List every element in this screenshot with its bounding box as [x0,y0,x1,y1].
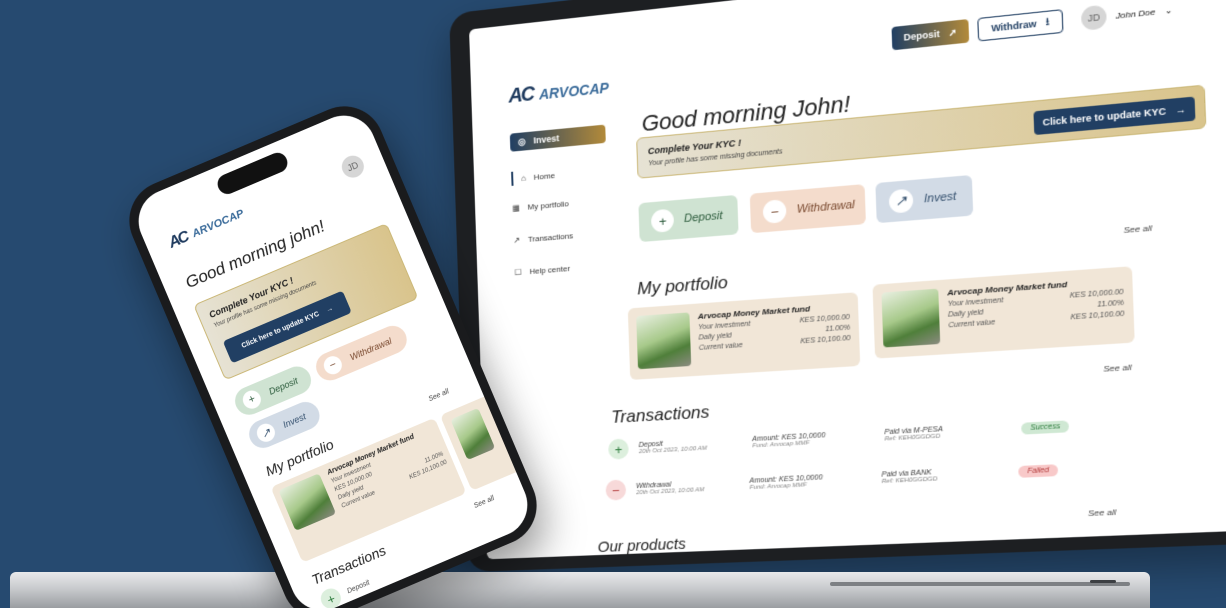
withdrawal-action-label: Withdrawal [348,335,394,363]
portfolio-card[interactable]: Arvocap Money Market fund Your investmen… [872,266,1135,359]
yield-label: Daily yield [698,332,732,342]
invest-icon: ◎ [517,135,526,147]
status-badge: Failed [1018,463,1059,478]
update-kyc-label: Click here to update KYC [240,310,321,350]
arrow-right-icon: → [1175,103,1187,116]
yield-value: 11.00% [1097,299,1125,309]
current-value: KES 10,100.00 [1070,310,1125,322]
brand-name: ARVOCAP [538,78,610,103]
phone-brand-logo[interactable]: AC ARVOCAP [166,205,247,253]
laptop-base [10,572,1150,608]
fund-image [636,312,692,370]
user-name: John Doe [1115,6,1156,21]
arrow-up-right-icon: ➚ [948,26,958,38]
brand-mark: AC [508,83,534,108]
minus-icon: − [762,199,787,224]
yield-label: Daily yield [947,309,984,319]
portfolio-title: My portfolio [636,272,728,299]
brand-logo[interactable]: AC ARVOCAP [508,75,609,108]
plus-icon: + [317,585,344,608]
brand-mark: AC [166,228,191,252]
minus-icon: − [605,479,627,501]
fund-image [278,473,337,531]
header-deposit-button[interactable]: Deposit ➚ [891,19,970,51]
brand-name: ARVOCAP [190,207,246,241]
current-value: KES 10,100.00 [800,334,851,346]
current-label: Current value [698,341,743,352]
sidebar-invest-button[interactable]: ◎ Invest [509,124,606,152]
phone-transactions-see-all-link[interactable]: See all [473,495,495,510]
status-badge: Success [1021,419,1070,435]
current-label: Current value [948,318,996,330]
invest-action[interactable]: ↗ Invest [875,174,974,224]
sidebar-item-label: My portfolio [527,199,569,212]
kyc-banner: Complete Your KYC ! Your profile has som… [636,84,1207,179]
active-indicator [511,171,514,186]
tx-type: Deposit [346,579,371,595]
transactions-see-all-link[interactable]: See all [1103,362,1132,373]
trend-icon: ↗ [888,188,914,214]
user-menu[interactable]: JD John Doe ⌄ [1080,0,1173,31]
avatar: JD [1080,4,1107,31]
minus-icon: − [321,353,345,378]
sidebar-item-portfolio[interactable]: ▦ My portfolio [512,199,569,213]
sidebar-item-label: Help center [529,263,571,277]
yield-value: 11.00% [825,324,851,334]
invest-action-label: Invest [923,190,957,206]
phone-portfolio-see-all-link[interactable]: See all [428,388,450,403]
header-deposit-label: Deposit [903,28,940,43]
fund-image [450,407,496,461]
investment-value: KES 10,000.00 [1069,288,1124,300]
sidebar-invest-label: Invest [533,133,560,146]
header-withdraw-label: Withdraw [991,18,1037,34]
deposit-action-label: Deposit [683,209,723,226]
laptop-hinge [830,582,1130,586]
plus-icon: + [608,438,629,460]
phone-portfolio-card[interactable]: Arvocap Money Market fund Your investmen… [270,417,467,563]
sidebar-item-help[interactable]: ☐ Help center [514,264,570,277]
investment-label: Your investment [698,320,751,332]
arrow-right-icon: → [324,304,335,314]
plus-icon: + [240,387,264,412]
deposit-action[interactable]: + Deposit [638,194,739,243]
deposit-action-label: Deposit [267,375,300,397]
portfolio-card[interactable]: Arvocap Money Market fund Your investmen… [627,292,861,380]
header-withdraw-button[interactable]: Withdraw ⭳ [977,9,1064,42]
update-kyc-label: Click here to update KYC [1042,105,1167,128]
sidebar-item-label: Home [533,170,556,182]
transactions-icon: ↗ [513,235,521,246]
fund-image [881,288,941,348]
update-kyc-button[interactable]: Click here to update KYC → [1033,96,1196,136]
laptop-screen: AC ARVOCAP Deposit ➚ Withdraw ⭳ JD John … [469,0,1226,560]
portfolio-see-all-link[interactable]: See all [1123,223,1152,235]
withdrawal-action[interactable]: − Withdrawal [749,184,866,234]
phone-avatar[interactable]: JD [338,152,368,182]
laptop-mockup: AC ARVOCAP Deposit ➚ Withdraw ⭳ JD John … [449,0,1226,573]
laptop-indicator [1090,580,1116,583]
investment-value: KES 10,000.00 [799,313,851,325]
sidebar-item-home[interactable]: ⌂ Home [511,168,555,186]
plus-icon: + [650,208,675,233]
trend-icon: ↗ [254,420,278,445]
transactions-title: Transactions [610,402,710,428]
products-see-all-link[interactable]: See all [1088,507,1116,518]
sidebar-item-transactions[interactable]: ↗ Transactions [513,231,573,245]
chevron-down-icon: ⌄ [1164,4,1173,16]
sidebar-item-label: Transactions [527,231,574,244]
help-icon: ☐ [514,267,522,278]
withdrawal-action-label: Withdrawal [796,198,856,216]
investment-label: Your investment [947,296,1004,309]
portfolio-icon: ▦ [512,203,520,213]
download-icon: ⭳ [1045,15,1050,28]
invest-action-label: Invest [281,411,308,430]
home-icon: ⌂ [521,173,527,183]
